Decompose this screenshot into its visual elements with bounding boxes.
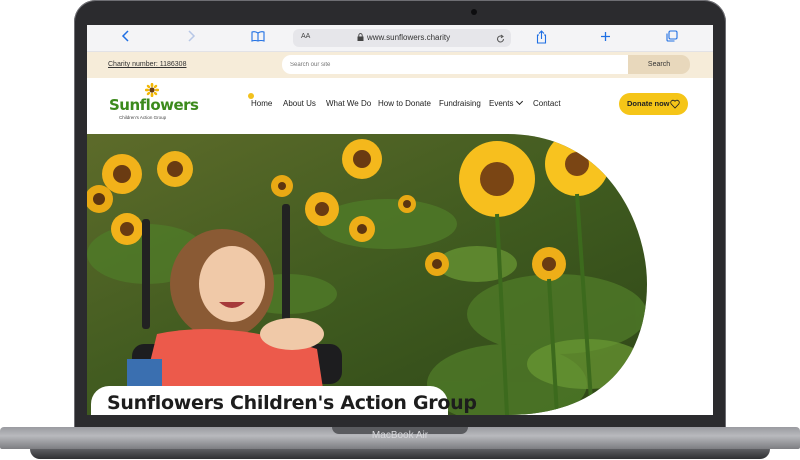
site-header: Sunflowers Children's Action Group Home … [87, 78, 713, 134]
tabs-icon[interactable] [663, 30, 681, 46]
logo-tagline: Children's Action Group [119, 115, 167, 120]
nav-events[interactable]: Events [489, 97, 524, 108]
reload-icon[interactable] [496, 31, 505, 47]
device-brand-label: MacBook Air [371, 430, 429, 441]
nav-events-label: Events [489, 99, 514, 108]
donate-label: Donate now [627, 99, 670, 108]
camera [471, 9, 477, 15]
screen: AA www.sunflowers.charity Charity number… [87, 25, 713, 415]
chevron-down-icon [516, 97, 524, 106]
search-button[interactable]: Search [628, 55, 690, 74]
address-bar[interactable]: AA www.sunflowers.charity [293, 29, 511, 47]
donate-button[interactable]: Donate now [619, 93, 688, 115]
sunflower-icon [145, 83, 159, 97]
base-foot [30, 449, 770, 459]
heart-icon [670, 99, 680, 109]
url-text: www.sunflowers.charity [367, 33, 451, 42]
hero-title: Sunflowers Children's Action Group [91, 386, 477, 415]
nav-how-to-donate[interactable]: How to Donate [378, 99, 431, 108]
hero-photo-child-sunflowers [87, 134, 647, 415]
nav-fundraising[interactable]: Fundraising [439, 99, 481, 108]
new-tab-icon[interactable] [596, 30, 614, 46]
search-input[interactable] [282, 55, 628, 74]
book-icon[interactable] [249, 30, 267, 46]
sunflowers-logo[interactable]: Sunflowers Children's Action Group [109, 83, 199, 126]
logo-wordmark: Sunflowers [109, 96, 199, 114]
share-icon[interactable] [532, 30, 550, 46]
hero-section: Sunflowers Children's Action Group [87, 134, 713, 415]
nav-contact[interactable]: Contact [533, 99, 561, 108]
forward-icon[interactable] [182, 30, 200, 46]
lock-icon [357, 33, 364, 41]
utility-bar: Charity number: 1186308 Search [87, 52, 713, 78]
active-indicator [248, 93, 254, 99]
nav-home-label: Home [251, 99, 273, 108]
laptop-mockup: AA www.sunflowers.charity Charity number… [0, 0, 800, 460]
nav-what-we-do[interactable]: What We Do [326, 99, 371, 108]
reader-aa[interactable]: AA [301, 33, 310, 40]
nav-home[interactable]: Home [248, 93, 273, 108]
charity-number-link[interactable]: Charity number: 1186308 [108, 61, 186, 68]
back-icon[interactable] [117, 30, 135, 46]
browser-toolbar: AA www.sunflowers.charity [87, 25, 713, 52]
nav-about-us[interactable]: About Us [283, 99, 316, 108]
